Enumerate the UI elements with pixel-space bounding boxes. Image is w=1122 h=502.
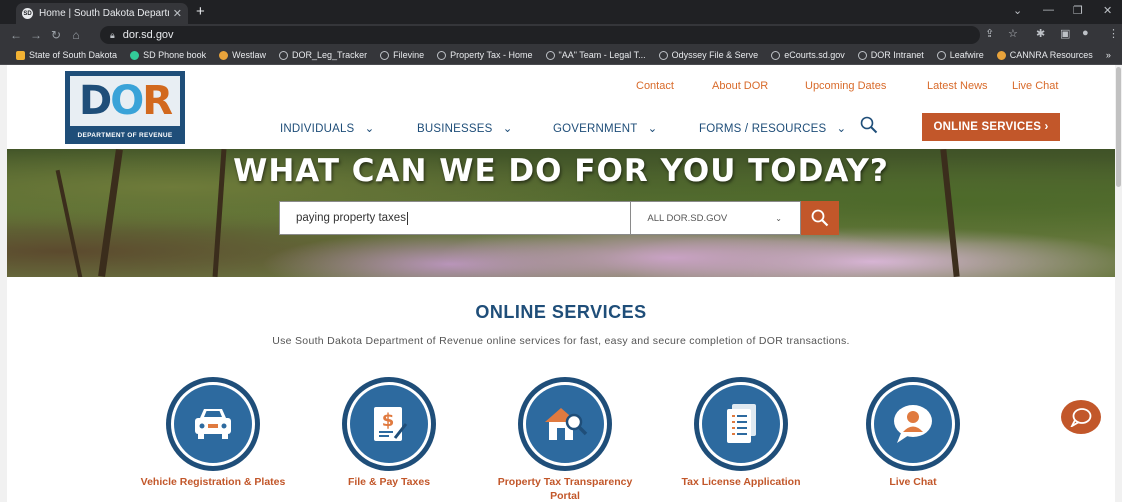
bookmark-item[interactable]: Property Tax - Home [437, 50, 533, 60]
top-link-live-chat[interactable]: Live Chat [1012, 80, 1058, 92]
globe-icon [857, 50, 867, 60]
hero-banner: WHAT CAN WE DO FOR YOU TODAY? paying pro… [7, 149, 1115, 277]
online-services-button[interactable]: ONLINE SERVICES › [922, 113, 1060, 141]
globe-icon [771, 50, 781, 60]
globe-icon [130, 50, 140, 60]
nav-forms-resources[interactable]: FORMS / RESOURCES ⌄ [699, 121, 846, 135]
back-icon[interactable]: ← [6, 28, 26, 42]
search-scope-select[interactable]: ALL DOR.SD.GOV ⌄ [631, 201, 802, 235]
top-link-contact[interactable]: Contact [636, 80, 674, 92]
favicon-icon: SD [22, 8, 33, 19]
service-label: Property Tax Transparency Portal [497, 476, 633, 502]
bookmarks-overflow[interactable]: » [1106, 50, 1111, 60]
browser-tab[interactable]: SD Home | South Dakota Departmen ✕ [16, 3, 188, 24]
search-submit-button[interactable] [801, 201, 839, 235]
chat-bubble-icon [1070, 408, 1092, 427]
search-icon [811, 209, 829, 227]
url-text: dor.sd.gov [122, 29, 174, 41]
profile-icon[interactable]: ● [1082, 27, 1089, 39]
cannra-icon [996, 50, 1006, 60]
nav-businesses[interactable]: BUSINESSES ⌄ [417, 121, 513, 135]
tab-search-icon[interactable]: ⌄ [1013, 4, 1022, 17]
maximize-icon[interactable]: ❐ [1073, 4, 1083, 17]
bookmark-folder-icon [16, 50, 25, 60]
reload-icon[interactable]: ↻ [46, 28, 66, 42]
search-icon[interactable] [860, 116, 878, 134]
dor-logo[interactable]: DOR DEPARTMENT OF REVENUE [65, 71, 185, 144]
chevron-down-icon: ⌄ [836, 123, 847, 135]
chat-launcher-button[interactable] [1061, 400, 1101, 434]
bookmark-item[interactable]: eCourts.sd.gov [771, 50, 845, 60]
chevron-down-icon: ⌄ [775, 213, 782, 223]
nav-government[interactable]: GOVERNMENT ⌄ [553, 121, 657, 135]
license-document-icon [727, 404, 756, 443]
bookmark-star-icon[interactable]: ☆ [1008, 27, 1018, 40]
hero-heading: WHAT CAN WE DO FOR YOU TODAY? [233, 153, 889, 189]
house-search-icon [545, 408, 588, 440]
service-label: Tax License Application [681, 476, 801, 488]
bookmark-item[interactable]: DOR_Leg_Tracker [278, 50, 367, 60]
bookmark-item[interactable]: Westlaw [219, 50, 266, 60]
chevron-down-icon: ⌄ [502, 123, 513, 135]
bookmarks-bar: State of South Dakota SD Phone book West… [0, 46, 1122, 65]
westlaw-icon [219, 50, 229, 60]
page-scrollbar[interactable] [1115, 65, 1122, 502]
nav-individuals[interactable]: INDIVIDUALS ⌄ [280, 121, 374, 135]
top-link-upcoming-dates[interactable]: Upcoming Dates [805, 80, 886, 92]
lock-icon: 🔒︎ [110, 29, 115, 40]
bookmark-item[interactable]: DOR Intranet [857, 50, 924, 60]
chat-agent-icon [894, 405, 932, 443]
scrollbar-thumb[interactable] [1116, 67, 1121, 187]
site-header: DOR DEPARTMENT OF REVENUE Contact About … [7, 65, 1115, 149]
globe-icon [545, 50, 555, 60]
web-page: DOR DEPARTMENT OF REVENUE Contact About … [7, 65, 1115, 502]
new-tab-button[interactable]: + [196, 3, 205, 20]
globe-icon [437, 50, 447, 60]
chevron-down-icon: ⌄ [364, 123, 375, 135]
bookmark-item[interactable]: Filevine [380, 50, 424, 60]
home-icon[interactable]: ⌂ [66, 28, 86, 42]
logo-subtitle: DEPARTMENT OF REVENUE [77, 132, 173, 139]
globe-icon [936, 50, 946, 60]
bookmark-item[interactable]: Odyssey File & Serve [658, 50, 758, 60]
tax-document-icon: $ [374, 407, 408, 441]
minimize-icon[interactable]: — [1043, 4, 1054, 16]
globe-icon [278, 50, 288, 60]
browser-tab-bar: SD Home | South Dakota Departmen ✕ + ⌄ —… [0, 0, 1122, 24]
globe-icon [658, 50, 668, 60]
menu-icon[interactable]: ⋮ [1108, 27, 1119, 40]
bookmark-item[interactable]: "AA" Team - Legal T... [545, 50, 646, 60]
url-field[interactable]: 🔒︎ dor.sd.gov [100, 26, 980, 44]
bookmark-item[interactable]: SD Phone book [130, 50, 206, 60]
search-input[interactable]: paying property taxes [279, 201, 632, 235]
bookmark-item[interactable]: Leafwire [936, 50, 984, 60]
forward-icon[interactable]: → [26, 28, 46, 42]
bookmark-item[interactable]: State of South Dakota [16, 50, 117, 60]
online-services-description: Use South Dakota Department of Revenue o… [272, 335, 850, 347]
share-icon[interactable]: ⇪ [985, 27, 994, 40]
service-label: File & Pay Taxes [347, 476, 431, 488]
close-window-icon[interactable]: ✕ [1103, 4, 1112, 17]
top-link-latest-news[interactable]: Latest News [927, 80, 988, 92]
tab-close-icon[interactable]: ✕ [173, 7, 182, 20]
tab-title: Home | South Dakota Departmen [39, 8, 169, 19]
extensions-icon[interactable]: ✱ [1036, 27, 1045, 40]
site-search: paying property taxes ALL DOR.SD.GOV ⌄ [279, 201, 839, 235]
side-panel-icon[interactable]: ▣ [1060, 27, 1070, 40]
address-bar-row: ← → ↻ ⌂ 🔒︎ dor.sd.gov [0, 24, 1122, 46]
chevron-down-icon: ⌄ [647, 123, 658, 135]
globe-icon [380, 50, 390, 60]
logo-letters: DOR [78, 78, 173, 124]
svg-text:$: $ [382, 410, 395, 431]
bookmark-item[interactable]: CANNRA Resources [996, 50, 1093, 60]
service-label: Live Chat [889, 476, 937, 488]
car-icon [195, 409, 231, 439]
online-services-title: ONLINE SERVICES [475, 302, 647, 322]
top-link-about[interactable]: About DOR [712, 80, 768, 92]
service-label: Vehicle Registration & Plates [140, 476, 286, 488]
